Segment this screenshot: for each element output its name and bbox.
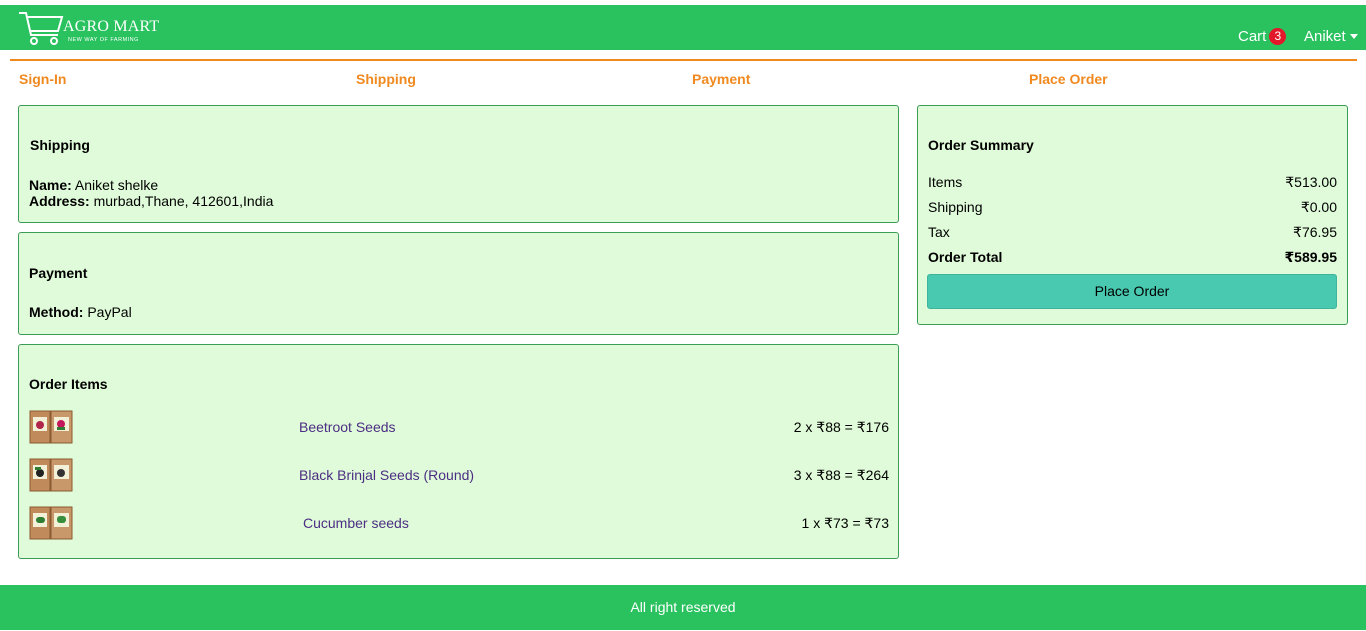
order-items-card: Order Items Beetroot Seeds 2 x ₹88 = ₹17…	[18, 344, 899, 559]
checkout-progress-line	[10, 59, 1357, 61]
order-item-price: 2 x ₹88 = ₹176	[793, 419, 889, 435]
brand-logo[interactable]: AGRO MART NEW WAY OF FARMING	[18, 9, 168, 47]
order-item-price: 1 x ₹73 = ₹73	[801, 515, 889, 531]
summary-tax-label: Tax	[928, 224, 950, 240]
order-item-row: Cucumber seeds 1 x ₹73 = ₹73	[29, 505, 889, 541]
shipping-name-label: Name:	[29, 177, 72, 193]
shipping-title: Shipping	[30, 137, 90, 153]
step-payment[interactable]: Payment	[692, 71, 750, 87]
cart-count-badge: 3	[1269, 28, 1287, 45]
payment-method-value: PayPal	[87, 304, 132, 320]
summary-total-value: ₹589.95	[1284, 249, 1337, 265]
seed-packet-image[interactable]	[29, 409, 73, 445]
order-item-row: Black Brinjal Seeds (Round) 3 x ₹88 = ₹2…	[29, 457, 889, 493]
user-menu-dropdown[interactable]: Aniket	[1304, 28, 1358, 45]
top-navbar: AGRO MART NEW WAY OF FARMING Cart 3 Anik…	[0, 5, 1366, 50]
order-item-row: Beetroot Seeds 2 x ₹88 = ₹176	[29, 409, 889, 445]
step-place-order[interactable]: Place Order	[1029, 71, 1108, 87]
summary-items-row: Items ₹513.00	[928, 174, 1337, 194]
shipping-address: Address: murbad,Thane, 412601,India	[29, 193, 273, 209]
caret-down-icon	[1349, 34, 1358, 39]
order-summary-card: Order Summary Items ₹513.00 Shipping ₹0.…	[917, 105, 1348, 325]
seed-packet-image[interactable]	[29, 505, 73, 541]
step-sign-in[interactable]: Sign-In	[19, 71, 66, 87]
order-summary-title: Order Summary	[928, 137, 1034, 153]
step-shipping[interactable]: Shipping	[356, 71, 416, 87]
payment-method: Method: PayPal	[29, 304, 132, 320]
summary-shipping-value: ₹0.00	[1300, 199, 1337, 215]
shipping-name-value: Aniket shelke	[74, 177, 159, 193]
brand-title: AGRO MART	[63, 18, 160, 35]
shopping-cart-icon	[19, 12, 64, 45]
seed-packet-image[interactable]	[29, 457, 73, 493]
order-item-name-link[interactable]: Black Brinjal Seeds (Round)	[299, 467, 474, 483]
payment-title: Payment	[29, 265, 88, 281]
summary-tax-row: Tax ₹76.95	[928, 224, 1337, 244]
footer-text: All right reserved	[630, 599, 736, 615]
payment-card: Payment Method: PayPal	[18, 232, 899, 335]
place-order-button[interactable]: Place Order	[927, 274, 1337, 309]
order-item-name-link[interactable]: Beetroot Seeds	[299, 419, 396, 435]
brand-subtitle: NEW WAY OF FARMING	[68, 37, 139, 43]
order-item-name-link[interactable]: Cucumber seeds	[303, 515, 409, 531]
summary-shipping-label: Shipping	[928, 199, 983, 215]
summary-total-row: Order Total ₹589.95	[928, 249, 1337, 269]
cart-link[interactable]: Cart 3	[1238, 28, 1287, 45]
footer: All right reserved	[0, 585, 1366, 630]
order-items-title: Order Items	[29, 376, 108, 392]
summary-items-label: Items	[928, 174, 963, 190]
payment-method-label: Method:	[29, 304, 84, 320]
user-name: Aniket	[1304, 28, 1346, 45]
summary-items-value: ₹513.00	[1285, 174, 1337, 190]
summary-tax-value: ₹76.95	[1293, 224, 1337, 240]
shipping-address-value: murbad,Thane, 412601,India	[93, 193, 274, 209]
summary-shipping-row: Shipping ₹0.00	[928, 199, 1337, 219]
summary-total-label: Order Total	[928, 249, 1003, 265]
shipping-card: Shipping Name: Aniket shelke Address: mu…	[18, 105, 899, 223]
cart-label: Cart	[1238, 28, 1267, 45]
order-item-price: 3 x ₹88 = ₹264	[793, 467, 889, 483]
shipping-name: Name: Aniket shelke	[29, 177, 158, 193]
shipping-address-label: Address:	[29, 193, 90, 209]
